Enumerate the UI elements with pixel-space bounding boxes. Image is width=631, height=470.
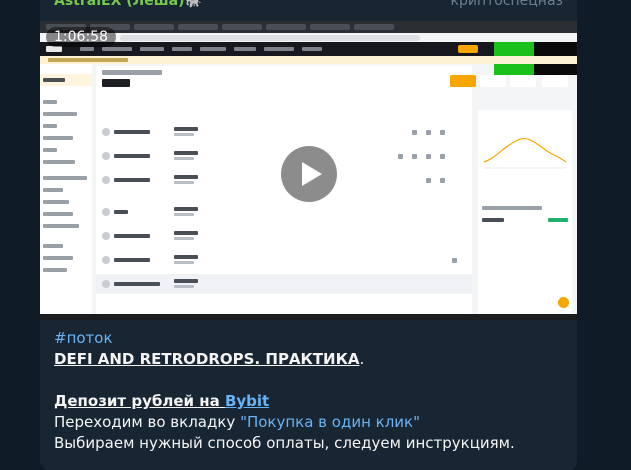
thumb-address-bar: [120, 35, 420, 41]
thumb-taskbar: [40, 314, 577, 320]
message-author[interactable]: AstralEX (Леша)🐘: [54, 0, 202, 9]
video-player[interactable]: 1:06:58: [40, 21, 577, 320]
thumb-help-button: [558, 297, 569, 308]
thumb-left-nav: [40, 64, 92, 314]
caption-headline: DEFI AND RETRODROPS. ПРАКТИКА: [54, 350, 360, 368]
message-caption: #поток DEFI AND RETRODROPS. ПРАКТИКА. Де…: [54, 328, 569, 454]
play-button[interactable]: [281, 146, 337, 202]
caption-headline-suffix: .: [359, 350, 365, 368]
thumb-pnl-card: [478, 110, 572, 314]
hashtag-link[interactable]: #поток: [54, 329, 113, 347]
thumb-asset-card: [96, 66, 472, 314]
instruction-quote: "Покупка в один клик": [240, 413, 421, 431]
thumb-banner: [40, 56, 577, 64]
instruction-line-2: Выбираем нужный способ оплаты, следуем и…: [54, 434, 515, 452]
message-channel: криптоспецназ: [450, 0, 564, 9]
message-bubble: AstralEX (Леша)🐘 криптоспецназ 1:06:58 #…: [40, 0, 577, 470]
bybit-link[interactable]: Bybit: [225, 392, 269, 410]
thumb-browser-tabs: [40, 21, 577, 33]
instruction-line-1: Переходим во вкладку: [54, 413, 241, 431]
play-icon: [301, 162, 322, 186]
video-duration: 1:06:58: [46, 27, 116, 47]
section-title: Депозит рублей на: [54, 392, 225, 410]
